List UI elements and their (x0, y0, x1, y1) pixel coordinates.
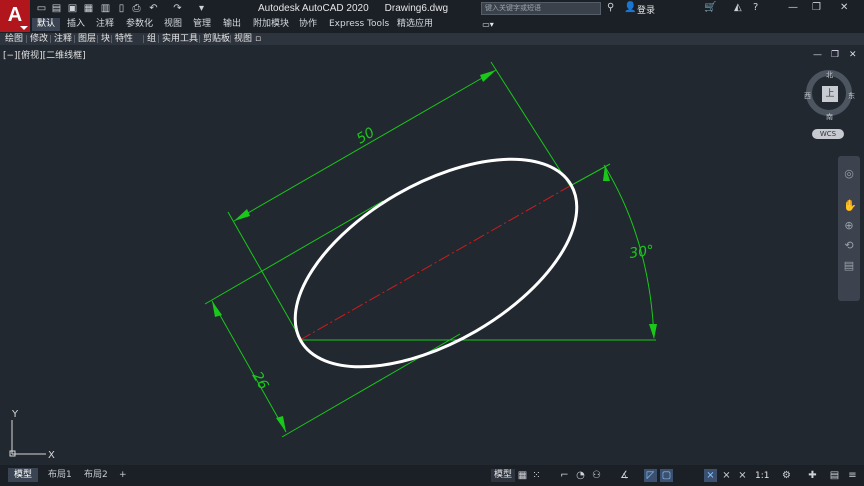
tab-collaborate[interactable]: 协作 (294, 18, 322, 31)
ucs-y-label: Y (11, 409, 19, 420)
annotation-monitor-icon[interactable]: ✚ (806, 469, 819, 482)
tab-view[interactable]: 视图 (159, 18, 187, 31)
major-axis-dimension[interactable]: 50 (227, 61, 571, 339)
pan-icon[interactable]: ✋ (843, 200, 857, 212)
ucs-icon: Y X (9, 409, 55, 461)
navigation-bar: ◎ ✋ ⊕ ⟲ ▤ (838, 156, 860, 301)
login-link[interactable]: 登录 (637, 3, 655, 16)
model-space-toggle[interactable]: 模型 (491, 469, 516, 482)
minor-axis-dimension[interactable]: 26 (204, 200, 461, 438)
orbit-icon[interactable]: ⟲ (843, 240, 855, 252)
center-line[interactable] (299, 185, 571, 341)
tab-addins[interactable]: 附加模块 (248, 18, 294, 31)
panel-clipboard[interactable]: 剪贴板 (200, 33, 233, 45)
title-bar: A ▭ ▤ ▣ ▦ ▥ ▯ ⎙ ↶ ↷ ▾ Autodesk AutoCAD 2… (0, 0, 864, 32)
angle-dimension[interactable]: 30° (300, 163, 657, 341)
tab-insert[interactable]: 插入 (62, 18, 90, 31)
ribbon-minimize-toggle-icon[interactable]: ▭▾ (478, 19, 498, 30)
viewcube-south[interactable]: 南 (826, 112, 833, 122)
tab-manage[interactable]: 管理 (188, 18, 216, 31)
tab-layout2[interactable]: 布局2 (78, 468, 114, 482)
annotation-scale-value[interactable]: 1:1 (755, 471, 769, 481)
tab-output[interactable]: 输出 (218, 18, 246, 31)
panel-groups[interactable]: 组 (144, 33, 159, 45)
panel-draw[interactable]: 绘图 (2, 33, 26, 45)
drawing-name: Drawing6.dwg (384, 3, 449, 14)
panel-layers[interactable]: 图层 (75, 33, 99, 45)
help-icon[interactable]: ? (753, 2, 758, 13)
annotation-visibility-icon[interactable]: ⨯ (704, 469, 717, 482)
save-as-icon[interactable]: ▦ (83, 3, 94, 14)
viewcube-west[interactable]: 西 (804, 91, 811, 101)
workspace-gear-icon[interactable]: ⚙ (780, 469, 793, 482)
isodraft-icon[interactable]: ⚇ (590, 469, 603, 482)
tab-express-tools[interactable]: Express Tools (324, 18, 394, 31)
viewcube-north[interactable]: 北 (826, 70, 833, 80)
restore-icon[interactable]: ❐ (812, 2, 821, 13)
wcs-menu-button[interactable]: WCS (812, 129, 844, 139)
ucs-x-label: X (48, 450, 55, 461)
panel-annotation[interactable]: 注释 (51, 33, 75, 45)
panel-utilities[interactable]: 实用工具 (159, 33, 201, 45)
publish-icon[interactable]: ▥ (100, 3, 111, 14)
tab-annotate[interactable]: 注释 (91, 18, 119, 31)
customize-icon[interactable]: ▾ (196, 3, 207, 14)
tab-model[interactable]: 模型 (8, 468, 39, 482)
undo-icon[interactable]: ↶ (148, 3, 159, 14)
save-icon[interactable]: ▣ (67, 3, 78, 14)
minimize-icon[interactable]: — (788, 2, 798, 13)
print-icon[interactable]: ⎙ (131, 3, 142, 14)
annotation-scale-icon[interactable]: ⨯ (736, 469, 749, 482)
panel-properties[interactable]: 特性 (112, 33, 136, 45)
snap-icon[interactable]: ⁙ (530, 469, 543, 482)
showmotion-icon[interactable]: ▤ (843, 260, 855, 272)
tab-parametric[interactable]: 参数化 (121, 18, 158, 31)
ribbon-panel-bar: 绘图 修改 注释 图层 块 特性 组 实用工具 剪贴板 视图 ▫ (0, 32, 864, 45)
panel-modify[interactable]: 修改 (27, 33, 51, 45)
open-icon[interactable]: ▤ (51, 3, 62, 14)
plot-preview-icon[interactable]: ▯ (116, 3, 127, 14)
lineweight-icon[interactable]: ▢ (660, 469, 673, 482)
object-snap-icon[interactable]: ◸ (644, 469, 657, 482)
customize-status-bar-icon[interactable]: ≡ (846, 469, 859, 482)
drawing-canvas[interactable]: 50 26 30° (0, 45, 864, 465)
app-title: Autodesk AutoCAD 2020 (258, 3, 369, 14)
panel-options-icon[interactable]: ▫ (252, 33, 264, 45)
exchange-icon[interactable]: ◭ (734, 2, 742, 13)
grid-icon[interactable]: ▦ (516, 469, 529, 482)
auto-scale-icon[interactable]: ⨯ (720, 469, 733, 482)
dim-length-text: 50 (354, 125, 378, 148)
tab-featured-apps[interactable]: 精选应用 (392, 18, 438, 31)
add-layout-button[interactable]: + (113, 468, 133, 482)
viewcube-east[interactable]: 东 (848, 91, 855, 101)
window-title: Autodesk AutoCAD 2020 Drawing6.dwg (258, 3, 464, 14)
new-icon[interactable]: ▭ (36, 3, 47, 14)
ribbon-tabs: 默认 插入 注释 参数化 视图 管理 输出 附加模块 协作 Express To… (30, 17, 864, 32)
app-logo: A (7, 4, 23, 26)
viewcube-top-face[interactable]: 上 (822, 86, 838, 102)
close-icon[interactable]: ✕ (840, 2, 848, 13)
tab-layout1[interactable]: 布局1 (42, 468, 78, 482)
user-icon[interactable]: 👤 (624, 2, 636, 13)
layout-tab-bar: 模型 布局1 布局2 + (0, 465, 864, 486)
object-snap-tracking-icon[interactable]: ∡ (618, 469, 631, 482)
redo-icon[interactable]: ↷ (172, 3, 183, 14)
binoculars-icon[interactable]: ⚲ (607, 2, 614, 13)
dim-angle-text: 30° (628, 243, 655, 262)
app-menu-button[interactable]: A (0, 0, 30, 32)
cart-icon[interactable]: 🛒 (704, 2, 716, 13)
isolate-objects-icon[interactable]: ▤ (828, 469, 841, 482)
polar-tracking-icon[interactable]: ◔ (574, 469, 587, 482)
tab-default[interactable]: 默认 (32, 18, 61, 31)
search-input[interactable]: 键入关键字或短语 (481, 2, 601, 15)
steering-wheel-icon[interactable]: ◎ (843, 168, 855, 180)
ortho-icon[interactable]: ⌐ (558, 469, 571, 482)
zoom-extents-icon[interactable]: ⊕ (843, 220, 855, 232)
